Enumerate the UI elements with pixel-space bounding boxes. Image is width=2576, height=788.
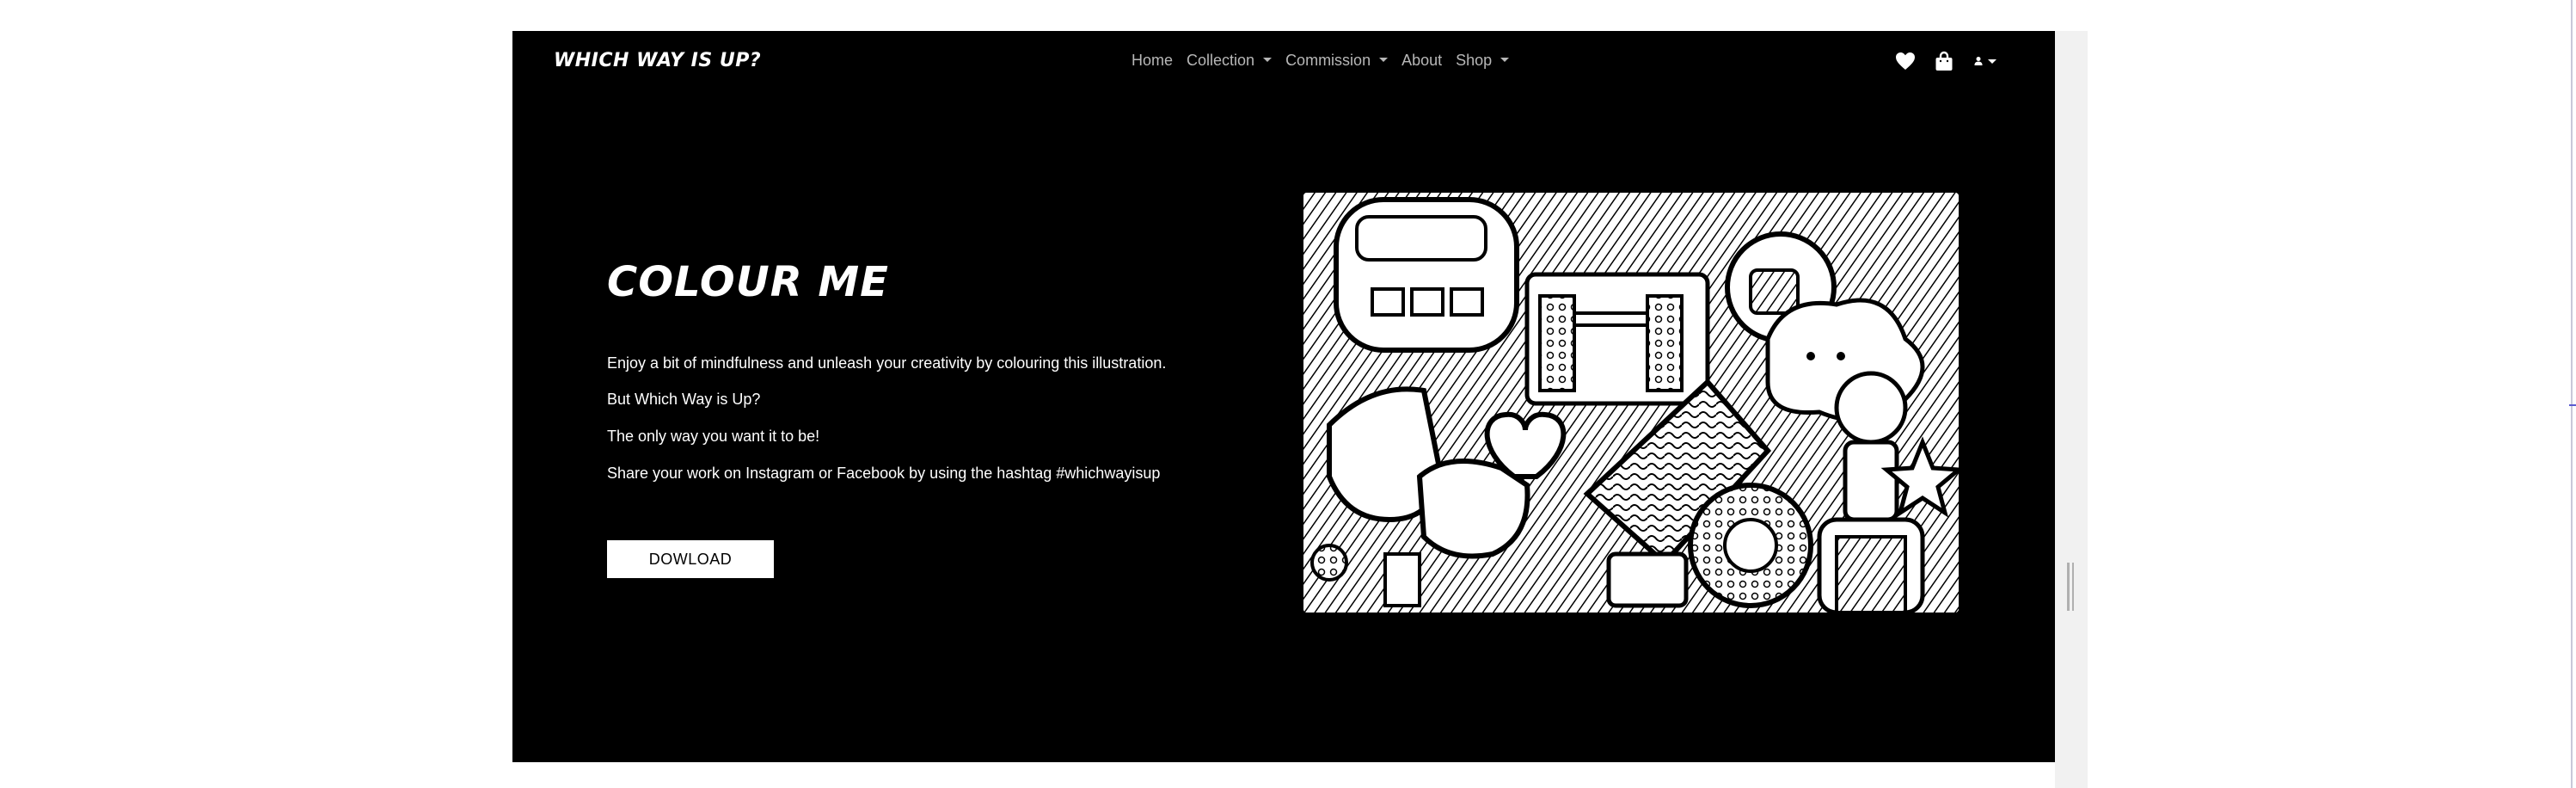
nav-link-label: Collection xyxy=(1187,52,1255,69)
shopping-bag-icon[interactable] xyxy=(1935,50,1957,72)
colouring-illustration xyxy=(1303,193,1959,613)
nav-icons xyxy=(1895,50,1996,72)
nav-link-label: Commission xyxy=(1285,52,1371,69)
chevron-down-icon xyxy=(1263,58,1273,62)
nav-link-collection[interactable]: Collection xyxy=(1180,52,1279,70)
hero-section: WHICH WAY IS UP? Home Collection Commiss… xyxy=(512,31,2055,762)
edge-marker xyxy=(2569,404,2576,406)
scroll-gutter xyxy=(2055,31,2088,788)
user-menu[interactable] xyxy=(1974,50,1996,72)
chevron-down-icon xyxy=(1379,58,1389,62)
nav-links: Home Collection Commission About Shop xyxy=(1125,52,1516,70)
user-icon xyxy=(1974,57,1983,65)
hero-paragraph-3: The only way you want it to be! xyxy=(607,428,820,445)
hero-title: COLOUR ME xyxy=(607,258,889,306)
nav-link-label: Shop xyxy=(1456,52,1493,69)
page: WHICH WAY IS UP? Home Collection Commiss… xyxy=(512,31,2055,788)
heart-icon[interactable] xyxy=(1895,50,1917,72)
nav-link-shop[interactable]: Shop xyxy=(1449,52,1516,70)
hero-paragraph-1: Enjoy a bit of mindfulness and unleash y… xyxy=(607,354,1167,372)
nav-link-commission[interactable]: Commission xyxy=(1279,52,1395,70)
chevron-down-icon xyxy=(1988,58,1996,64)
nav-link-label: Home xyxy=(1132,52,1174,69)
window-edge xyxy=(2571,0,2573,788)
chevron-down-icon xyxy=(1500,58,1510,62)
navbar: WHICH WAY IS UP? Home Collection Commiss… xyxy=(512,31,2055,95)
download-button[interactable]: DOWLOAD xyxy=(607,540,774,578)
nav-link-home[interactable]: Home xyxy=(1125,52,1180,70)
nav-link-about[interactable]: About xyxy=(1395,52,1449,70)
hero-paragraph-4: Share your work on Instagram or Facebook… xyxy=(607,465,1161,482)
brand-logo[interactable]: WHICH WAY IS UP? xyxy=(554,50,761,71)
nav-link-label: About xyxy=(1401,52,1443,69)
resize-handle[interactable] xyxy=(2067,563,2074,611)
hero-paragraph-2: But Which Way is Up? xyxy=(607,391,761,408)
